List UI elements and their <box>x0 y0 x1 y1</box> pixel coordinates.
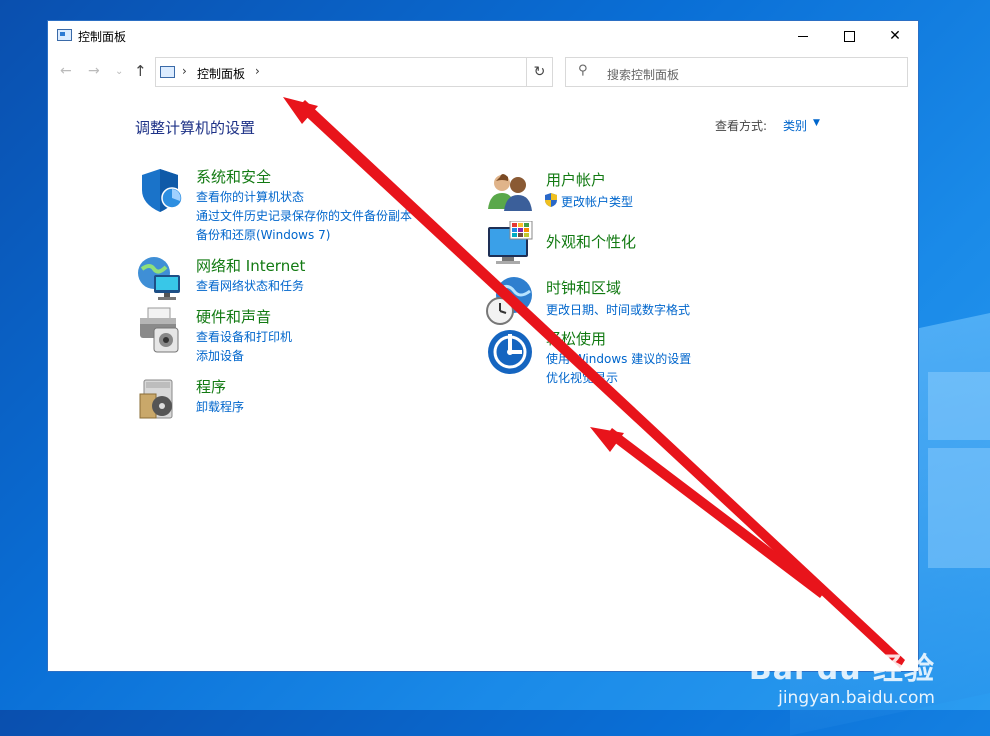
category-link[interactable]: 查看网络状态和任务 <box>196 277 304 294</box>
category-link[interactable]: 卸载程序 <box>196 398 244 415</box>
shield-icon[interactable] <box>136 166 184 214</box>
category-title[interactable]: 外观和个性化 <box>546 231 636 252</box>
display-palette-icon[interactable] <box>486 221 534 269</box>
back-arrow-icon[interactable]: ← <box>60 63 72 79</box>
control-panel-window: 控制面板 ✕ ← → ⌄ ↑ › 控制面板 › ⌄ ↻ ⚲ 搜索控制面板 调整计… <box>47 20 919 672</box>
maximize-icon <box>843 30 855 42</box>
breadcrumb-chevron-icon[interactable]: › <box>182 64 187 78</box>
forward-arrow-icon[interactable]: → <box>88 63 100 79</box>
search-box[interactable]: ⚲ 搜索控制面板 <box>565 57 908 87</box>
category-title[interactable]: 程序 <box>196 376 226 397</box>
category-link[interactable]: 更改日期、时间或数字格式 <box>546 301 690 318</box>
category-link[interactable]: 备份和还原(Windows 7) <box>196 226 330 243</box>
page-heading: 调整计算机的设置 <box>135 119 256 137</box>
breadcrumb-chevron-icon[interactable]: › <box>255 64 260 78</box>
programs-icon[interactable] <box>136 376 184 424</box>
users-icon[interactable] <box>486 169 534 217</box>
address-bar[interactable]: › 控制面板 › ⌄ <box>155 57 612 87</box>
wallpaper-windows-logo-pane <box>928 448 990 568</box>
search-icon: ⚲ <box>578 63 588 78</box>
title-bar[interactable]: 控制面板 ✕ <box>48 21 918 51</box>
breadcrumb-control-panel[interactable]: 控制面板 <box>197 65 245 82</box>
category-title[interactable]: 硬件和声音 <box>196 306 271 327</box>
network-globe-icon[interactable] <box>136 255 184 303</box>
recent-locations-chevron-icon[interactable]: ⌄ <box>115 66 123 77</box>
wallpaper-windows-logo-pane <box>928 372 990 440</box>
category-title[interactable]: 网络和 Internet <box>196 255 305 276</box>
category-title[interactable]: 时钟和区域 <box>546 277 621 298</box>
category-link[interactable]: 通过文件历史记录保存你的文件备份副本 <box>196 207 412 224</box>
search-placeholder: 搜索控制面板 <box>607 68 680 82</box>
navigation-bar: ← → ⌄ ↑ › 控制面板 › ⌄ ↻ ⚲ 搜索控制面板 <box>48 57 918 89</box>
close-button[interactable]: ✕ <box>872 21 918 51</box>
ease-of-access-icon[interactable] <box>486 328 534 376</box>
category-link[interactable]: 查看你的计算机状态 <box>196 188 304 205</box>
window-title: 控制面板 <box>78 30 127 44</box>
control-panel-icon <box>57 29 72 41</box>
up-arrow-icon[interactable]: ↑ <box>134 62 147 80</box>
view-by-label: 查看方式: <box>715 119 768 133</box>
category-link[interactable]: 更改帐户类型 <box>561 193 633 210</box>
category-title[interactable]: 系统和安全 <box>196 166 271 187</box>
baidu-watermark-logo: Bai du 经验 <box>748 652 935 687</box>
watermark-url: jingyan.baidu.com <box>778 688 935 708</box>
view-by-dropdown[interactable]: 类别 <box>783 117 807 134</box>
uac-shield-icon <box>545 193 557 207</box>
close-icon: ✕ <box>889 28 901 44</box>
category-title[interactable]: 用户帐户 <box>546 169 606 190</box>
refresh-icon: ↻ <box>533 64 546 80</box>
minimize-icon <box>798 35 808 37</box>
minimize-button[interactable] <box>780 21 826 51</box>
printer-icon[interactable] <box>136 306 184 354</box>
dropdown-arrow-icon[interactable]: ▼ <box>813 118 820 128</box>
category-link[interactable]: 使用 Windows 建议的设置 <box>546 350 691 367</box>
category-title[interactable]: 轻松使用 <box>546 328 606 349</box>
clock-globe-icon[interactable] <box>486 277 534 325</box>
control-panel-icon <box>160 66 175 78</box>
refresh-button[interactable]: ↻ <box>526 57 553 87</box>
maximize-button[interactable] <box>826 21 872 51</box>
category-link[interactable]: 添加设备 <box>196 347 244 364</box>
category-link[interactable]: 查看设备和打印机 <box>196 328 292 345</box>
category-link[interactable]: 优化视觉显示 <box>546 369 618 386</box>
